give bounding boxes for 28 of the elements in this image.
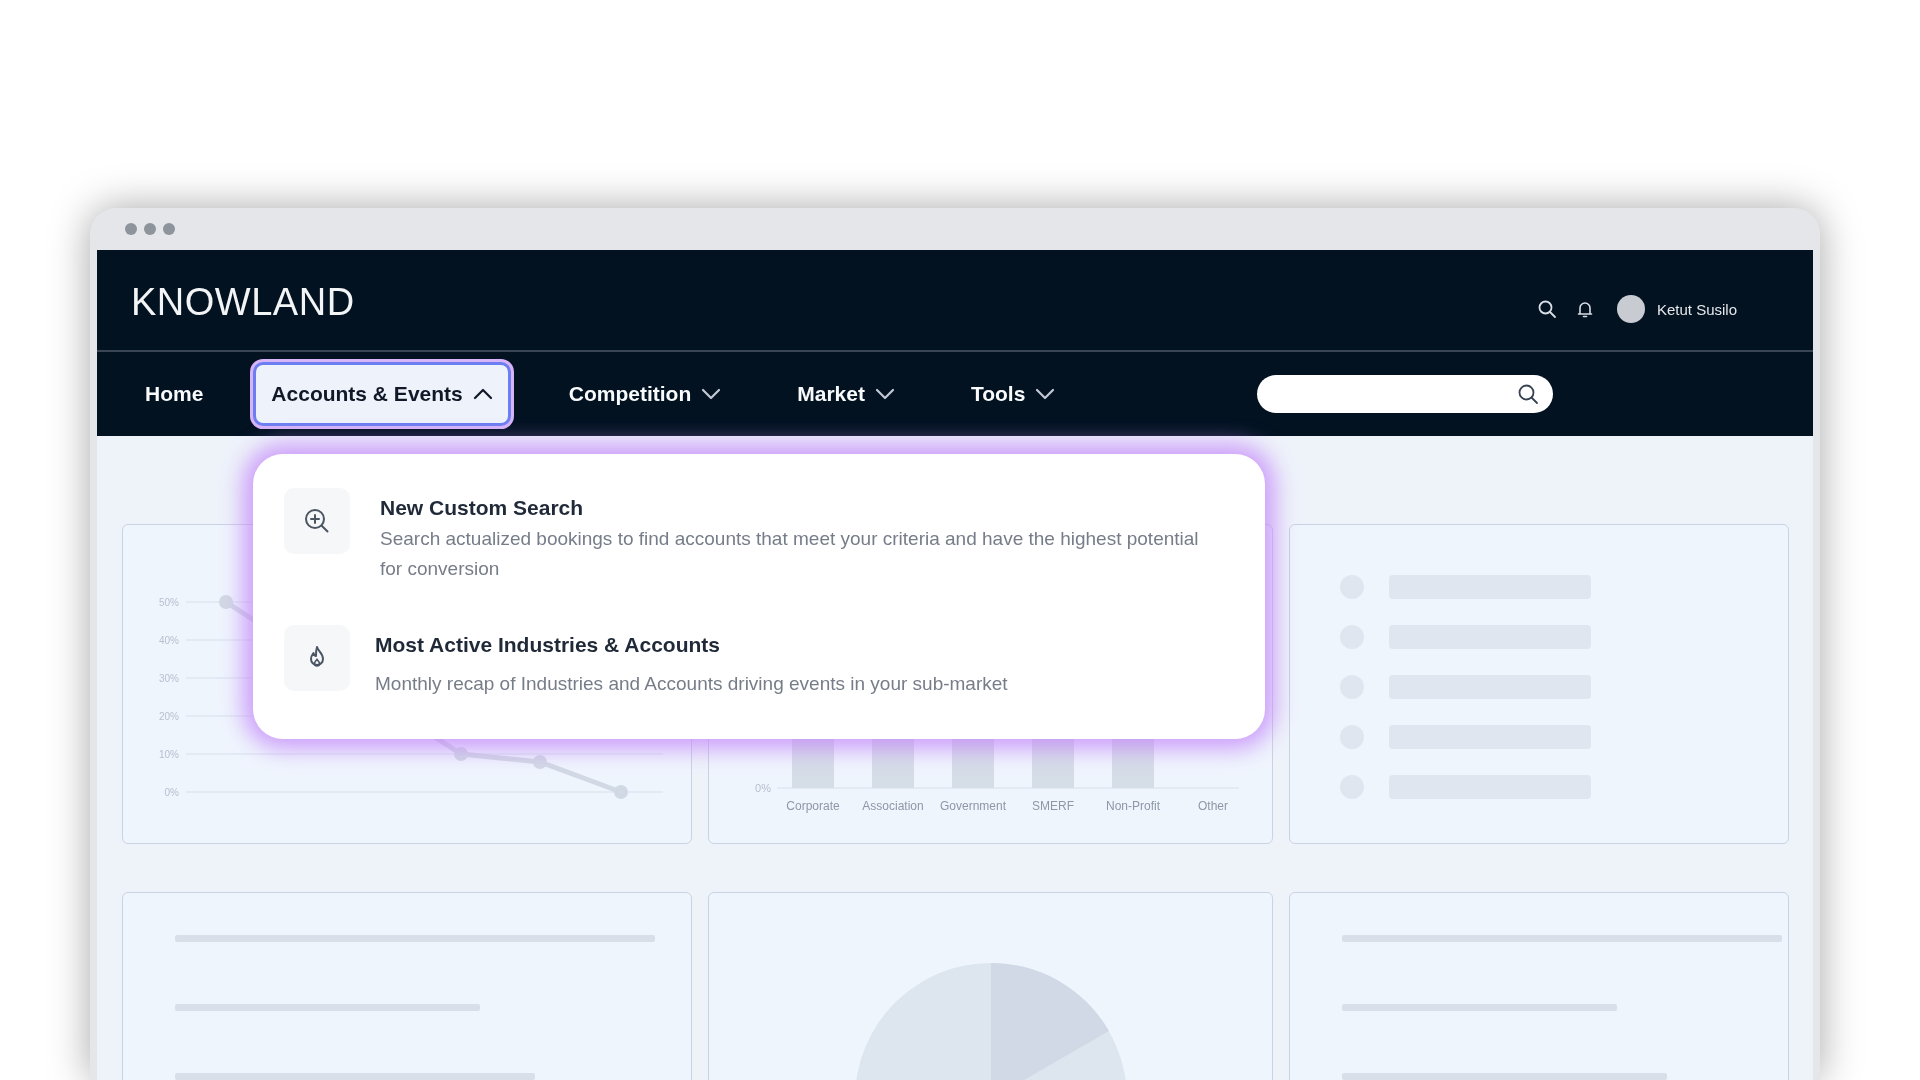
axis-category-label: Other (1198, 799, 1228, 813)
menu-item-title: Most Active Industries & Accounts (375, 632, 721, 657)
user-name[interactable]: Ketut Susilo (1656, 300, 1737, 318)
axis-category-label: SMERF (1032, 799, 1074, 813)
window-dot-icon (125, 223, 137, 235)
window-dot-icon (163, 223, 175, 235)
nav-tab[interactable]: Competition (548, 364, 742, 424)
menu-item-description: Search actualized bookings to find accounts that meet your criteria and have the highest potential for conversion (380, 527, 1200, 582)
avatar[interactable] (1616, 295, 1645, 323)
nav-tab[interactable]: Home (125, 364, 224, 424)
menu-item[interactable]: Most Active Industries & Accounts Monthly recap of Industries and Accounts driving events in your sub-market (284, 624, 1225, 700)
axis-tick-label: 40% (159, 635, 179, 646)
nav-tab[interactable]: Accounts & Events (253, 362, 511, 426)
logo[interactable]: KNOWLAND (131, 280, 355, 324)
menu-item-description: Monthly recap of Industries and Accounts driving events in your sub-market (375, 671, 1008, 696)
search-icon[interactable] (1536, 299, 1557, 319)
menu-item[interactable]: New Custom Search Search actualized bookings to find accounts that meet your criteria and have the highest potential for conversion (284, 488, 1225, 585)
search-icon (1517, 383, 1540, 405)
axis-category-label: Association (862, 799, 924, 813)
axis-category-label: Corporate (786, 799, 840, 813)
search-field[interactable] (1257, 375, 1554, 413)
nav-tab[interactable]: Market (777, 364, 915, 424)
window-dot-icon (144, 223, 156, 235)
menu-item-title: New Custom Search (380, 496, 585, 520)
nav-tab[interactable]: Tools (950, 364, 1076, 424)
zoom-in-icon (303, 507, 331, 535)
axis-category-label: Government (940, 799, 1006, 813)
axis-category-label: Non-Profit (1106, 799, 1160, 813)
